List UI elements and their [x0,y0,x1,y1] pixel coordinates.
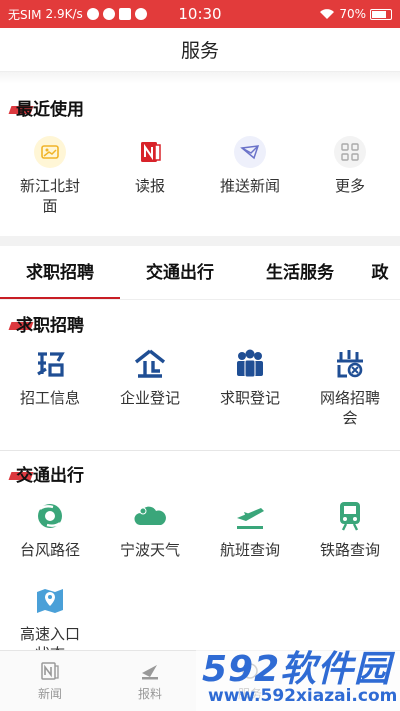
carrier-text: 无SIM [8,7,42,22]
page-header: 服务 [0,28,400,72]
traffic-title: 交通出行 [16,465,84,486]
status-left: 无SIM 2.9K/s [8,6,319,23]
tab-government[interactable]: 政 [360,250,400,299]
jobs-item-recruit-info[interactable]: 招工信息 [0,348,100,428]
enterprise-icon [134,348,166,380]
section-divider [0,236,400,246]
recent-item-cover[interactable]: 新江北封面 [0,136,100,216]
jobs-item-enterprise[interactable]: 企业登记 [100,348,200,428]
wifi-icon [320,9,335,19]
traffic-item-label: 铁路查询 [319,541,380,559]
watermark: 592软件园 www.592xiazai.com [196,636,400,711]
traffic-item-railway[interactable]: 铁路查询 [300,500,400,560]
tab-life-service[interactable]: 生活服务 [240,250,360,299]
recruit-icon [34,348,66,380]
search-status-icon [102,8,115,20]
section-separator [0,450,400,451]
plane-icon [234,500,266,532]
newspaper-icon [134,136,166,168]
recent-item-push-news[interactable]: 推送新闻 [200,136,300,216]
nav-report[interactable]: 报料 [100,651,200,711]
recent-item-label: 推送新闻 [219,177,280,195]
traffic-item-weather[interactable]: 宁波天气 [100,500,200,560]
news-tab-icon [41,661,59,680]
traffic-item-label: 航班查询 [219,541,280,559]
battery-icon [370,8,392,20]
watermark-title: 592软件园 [202,649,392,690]
header-shadow [0,72,400,84]
jobs-title: 求职招聘 [16,315,84,336]
recent-item-newspaper[interactable]: 读报 [100,136,200,216]
recent-item-more[interactable]: 更多 [300,136,400,216]
recent-item-label: 新江北封面 [19,177,80,215]
map-pin-icon [34,584,66,616]
recent-item-label: 读报 [134,177,165,195]
watermark-url: www.592xiazai.com [208,686,398,706]
grid-icon [334,136,366,168]
check-status-icon [134,8,147,20]
jobs-item-online-fair[interactable]: 网络招聘会 [300,348,400,428]
battery-percent: 70% [339,7,366,21]
jobs-item-label: 网络招聘会 [319,389,380,427]
sync-icon [86,8,99,20]
train-icon [334,500,366,532]
recent-title: 最近使用 [16,99,84,120]
traffic-item-label: 台风路径 [19,541,80,559]
nav-news[interactable]: 新闻 [0,651,100,711]
jobs-item-job-registration[interactable]: 求职登记 [200,348,300,428]
cloud-icon [134,500,166,532]
nav-label: 新闻 [37,686,62,701]
jobs-item-label: 企业登记 [119,389,180,407]
category-tabs: 求职招聘 交通出行 生活服务 政 [0,250,400,300]
nav-label: 报料 [137,686,162,701]
traffic-section-title: 交通出行 [0,460,400,486]
traffic-grid-row1: 台风路径 宁波天气 航班查询 铁路查询 [0,500,400,560]
network-speed: 2.9K/s [45,7,83,21]
typhoon-icon [34,500,66,532]
recent-item-label: 更多 [334,177,365,195]
status-bar: 无SIM 2.9K/s 10:30 70% [0,0,400,28]
traffic-item-flight[interactable]: 航班查询 [200,500,300,560]
jobs-item-label: 招工信息 [19,389,80,407]
page-title: 服务 [180,40,219,62]
jobs-item-label: 求职登记 [219,389,280,407]
recent-section-title: 最近使用 [0,94,400,120]
online-job-fair-icon [334,348,366,380]
jobs-grid: 招工信息 企业登记 求职登记 网络招聘会 [0,348,400,428]
jobs-section-title: 求职招聘 [0,310,400,336]
traffic-item-typhoon[interactable]: 台风路径 [0,500,100,560]
tab-jobs[interactable]: 求职招聘 [0,250,120,299]
people-icon [234,348,266,380]
photo-icon [34,136,66,168]
tab-traffic[interactable]: 交通出行 [120,250,240,299]
notification-icon [118,8,131,20]
report-tab-icon [142,664,158,679]
recent-grid: 新江北封面 读报 推送新闻 更多 [0,136,400,216]
status-right: 70% [319,7,392,21]
mail-icon [234,136,266,168]
traffic-item-label: 宁波天气 [119,541,180,559]
